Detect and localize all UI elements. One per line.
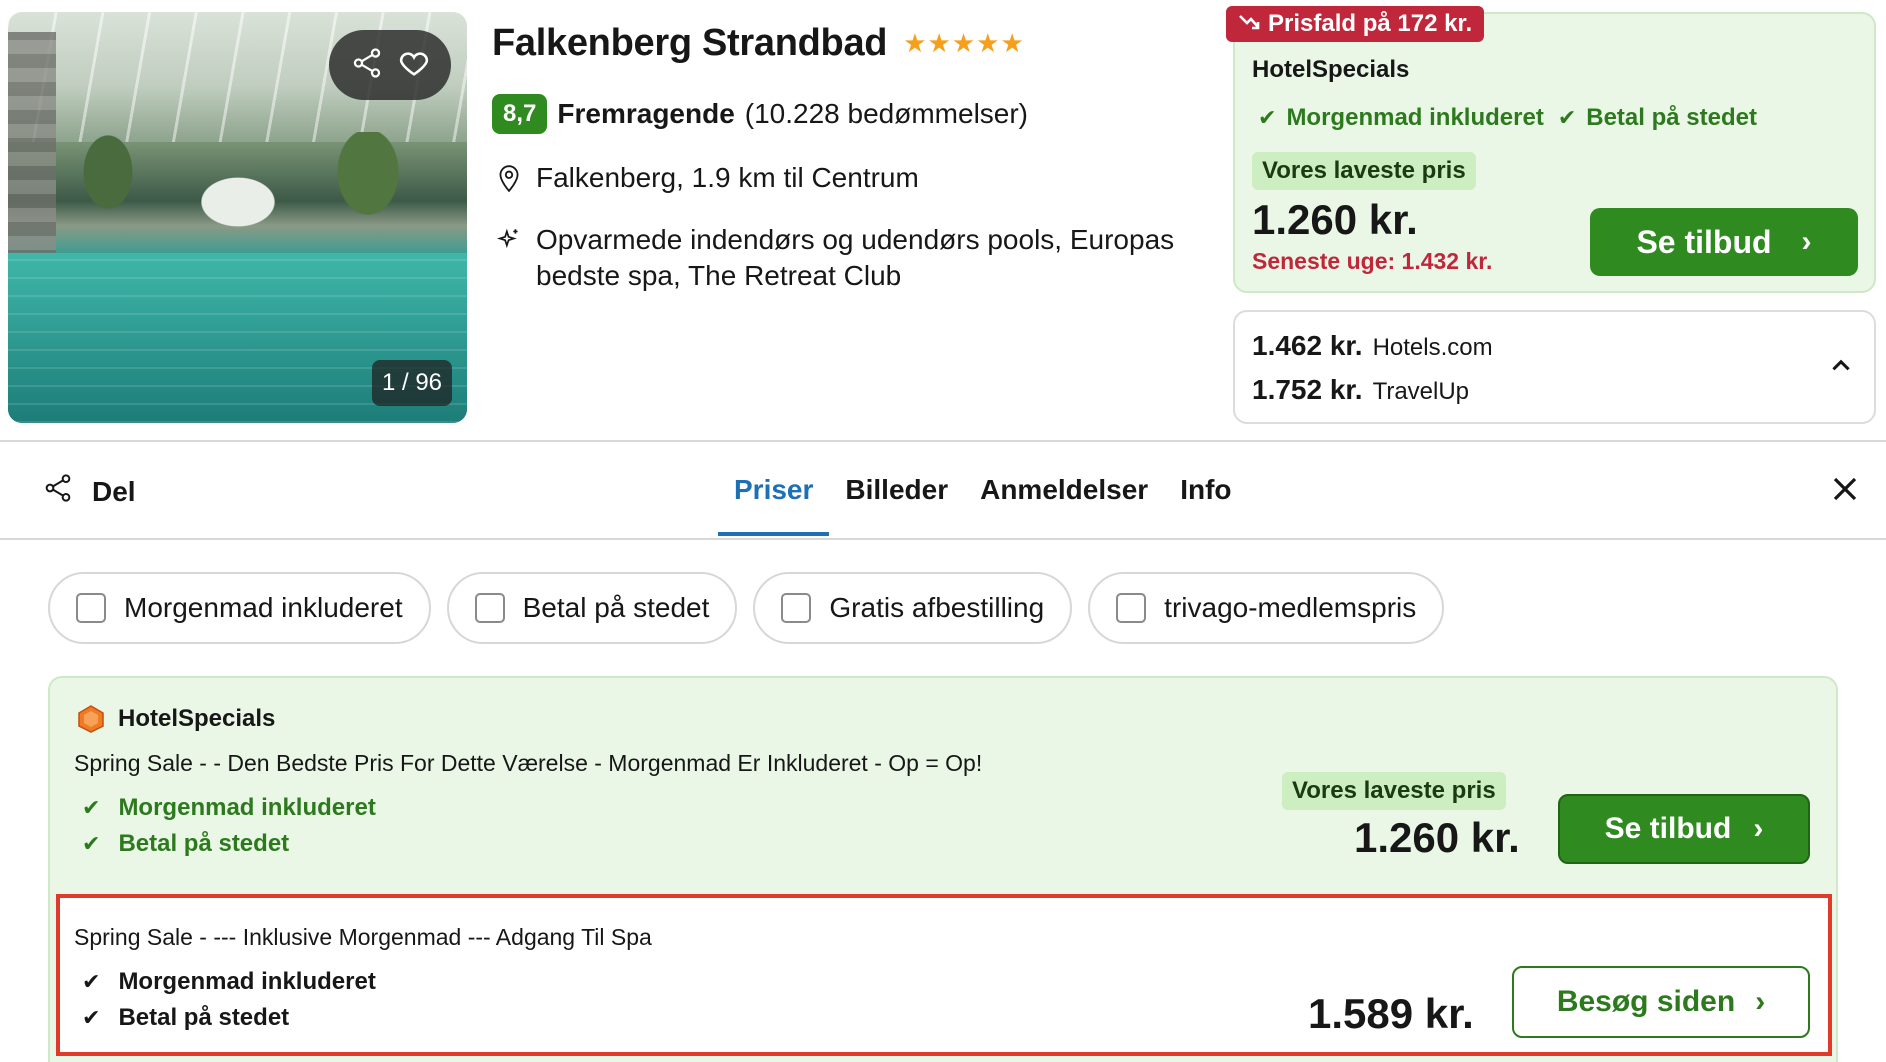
offer-feature-label: Betal på stedet [118, 830, 290, 857]
chevron-up-icon[interactable] [1828, 352, 1854, 378]
chevron-right-icon: › [1755, 985, 1766, 1018]
share-label: Del [92, 475, 136, 507]
deal-provider: HotelSpecials [1252, 56, 1410, 83]
offer-description: Spring Sale - - Den Bedste Pris For Dett… [74, 750, 983, 776]
divider [0, 440, 1886, 442]
alt-site: Hotels.com [1372, 334, 1493, 361]
heart-icon[interactable] [397, 46, 431, 85]
alt-price: 1.462 kr. [1252, 330, 1363, 361]
offer-feature: ✔ Betal på stedet [82, 830, 289, 858]
provider-logo-icon [76, 704, 106, 734]
alternative-prices-card[interactable] [1233, 310, 1876, 424]
filter-label: Morgenmad inkluderet [124, 592, 403, 623]
checkbox[interactable] [76, 593, 106, 623]
offer-price: 1.260 kr. [1354, 814, 1520, 861]
highlights-line-1: Opvarmede indendørs og udendørs pools, E… [536, 224, 1175, 255]
check-icon: ✔ [82, 831, 101, 856]
trend-down-icon [1238, 10, 1260, 38]
photo-actions [329, 30, 451, 100]
share-icon[interactable] [350, 46, 384, 85]
offer-feature-label: Morgenmad inkluderet [118, 968, 376, 995]
tab-reviews[interactable]: Anmeldelser [964, 470, 1164, 536]
chevron-right-icon: › [1753, 812, 1764, 845]
last-week-price: Seneste uge: 1.432 kr. [1252, 248, 1493, 274]
see-deal-button[interactable]: Se tilbud › [1590, 208, 1858, 276]
provider-name: HotelSpecials [118, 705, 276, 732]
highlights-line-2: bedste spa, The Retreat Club [536, 260, 902, 291]
check-icon: ✔ [1258, 105, 1277, 130]
rating-count: (10.228 bedømmelser) [744, 98, 1029, 129]
chevron-right-icon: › [1801, 225, 1812, 258]
rating-score-badge: 8,7 [492, 94, 548, 134]
filter-chips: Morgenmad inkluderet Betal på stedet Gra… [48, 572, 1445, 644]
tab-photos[interactable]: Billeder [829, 470, 964, 536]
check-icon: ✔ [82, 1005, 101, 1030]
filter-member-price[interactable]: trivago-medlemspris [1088, 572, 1445, 644]
checkbox[interactable] [781, 593, 812, 623]
rating-label: Fremragende [557, 98, 735, 129]
deal-price: 1.260 kr. [1252, 196, 1418, 243]
offer-feature: ✔ Morgenmad inkluderet [82, 794, 376, 822]
tab-info[interactable]: Info [1164, 470, 1247, 536]
highlights-text: Opvarmede indendørs og udendørs pools, E… [536, 222, 1174, 294]
tab-bar: Priser Billeder Anmeldelser Info [718, 470, 1248, 536]
see-deal-button[interactable]: Se tilbud › [1558, 794, 1810, 864]
tab-prices[interactable]: Priser [718, 470, 830, 536]
offer-feature-label: Morgenmad inkluderet [118, 794, 376, 821]
visit-site-button[interactable]: Besøg siden › [1512, 966, 1810, 1038]
offer-price: 1.589 kr. [1308, 990, 1474, 1037]
hotel-name-text: Falkenberg Strandbad [492, 22, 888, 64]
location-pin-icon [496, 160, 522, 202]
star-rating: ★★★★★ [903, 28, 1025, 58]
rating-row[interactable]: 8,7 Fremragende (10.228 bedømmelser) [492, 94, 1028, 134]
location-text: Falkenberg, 1.9 km til Centrum [536, 162, 919, 193]
alt-site: TravelUp [1372, 378, 1470, 405]
filter-label: Betal på stedet [522, 592, 710, 623]
offer-feature-label: Betal på stedet [118, 1004, 290, 1031]
filter-label: Gratis afbestilling [829, 592, 1045, 623]
checkbox[interactable] [1116, 593, 1147, 623]
share-icon [42, 472, 74, 511]
lowest-price-tag: Vores laveste pris [1282, 772, 1506, 810]
deal-feature-label: Morgenmad inkluderet [1286, 104, 1544, 131]
alt-price-row[interactable]: 1.752 kr. TravelUp [1252, 374, 1469, 406]
offer-provider: HotelSpecials [76, 704, 275, 734]
highlights-row: Opvarmede indendørs og udendørs pools, E… [496, 222, 1174, 294]
check-icon: ✔ [82, 969, 101, 994]
check-icon: ✔ [82, 795, 101, 820]
alt-price-row[interactable]: 1.462 kr. Hotels.com [1252, 330, 1493, 362]
visit-site-label: Besøg siden [1556, 985, 1736, 1018]
deal-features: ✔ Morgenmad inkluderet ✔ Betal på stedet [1258, 104, 1757, 132]
offer-description: Spring Sale - --- Inklusive Morgenmad --… [74, 924, 652, 950]
price-drop-badge: Prisfald på 172 kr. [1226, 6, 1485, 42]
divider [0, 538, 1886, 540]
filter-breakfast[interactable]: Morgenmad inkluderet [48, 572, 431, 644]
price-drop-text: Prisfald på 172 kr. [1268, 10, 1473, 37]
alt-price: 1.752 kr. [1252, 374, 1363, 405]
see-deal-label: Se tilbud [1604, 812, 1732, 845]
deal-feature-label: Betal på stedet [1586, 104, 1757, 131]
checkbox[interactable] [474, 593, 505, 623]
see-deal-label: Se tilbud [1636, 223, 1772, 260]
deal-feature: ✔ Betal på stedet [1558, 104, 1757, 132]
close-icon[interactable] [1830, 474, 1860, 504]
photo-counter: 1 / 96 [372, 360, 452, 406]
filter-free-cancellation[interactable]: Gratis afbestilling [753, 572, 1073, 644]
share-button[interactable]: Del [42, 472, 136, 511]
sparkle-icon [496, 222, 522, 294]
offer-feature: ✔ Morgenmad inkluderet [82, 968, 376, 996]
offer-feature: ✔ Betal på stedet [82, 1004, 289, 1032]
location-row[interactable]: Falkenberg, 1.9 km til Centrum [496, 160, 919, 202]
filter-label: trivago-medlemspris [1164, 592, 1417, 623]
hotel-name[interactable]: Falkenberg Strandbad ★★★★★ [492, 22, 1025, 65]
lowest-price-tag: Vores laveste pris [1252, 152, 1476, 190]
filter-pay-at-property[interactable]: Betal på stedet [446, 572, 738, 644]
deal-feature: ✔ Morgenmad inkluderet [1258, 104, 1544, 132]
check-icon: ✔ [1557, 105, 1577, 130]
